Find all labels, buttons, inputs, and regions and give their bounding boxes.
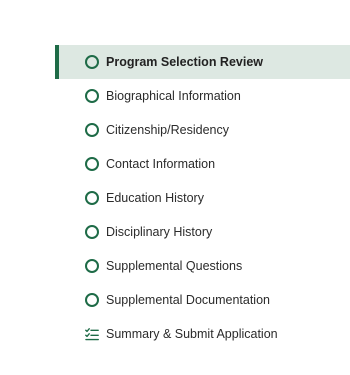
step-contact-information[interactable]: Contact Information [55, 147, 350, 181]
circle-outline-icon [85, 225, 99, 239]
step-label: Education History [106, 191, 204, 205]
circle-outline-icon [85, 259, 99, 273]
circle-outline-icon [85, 55, 99, 69]
step-label: Disciplinary History [106, 225, 213, 239]
step-label: Supplemental Documentation [106, 293, 270, 307]
checklist-icon [85, 327, 99, 341]
step-label: Biographical Information [106, 89, 241, 103]
circle-outline-icon [85, 89, 99, 103]
step-label: Contact Information [106, 157, 216, 171]
step-label: Summary & Submit Application [106, 327, 278, 341]
circle-outline-icon [85, 293, 99, 307]
step-label: Citizenship/Residency [106, 123, 229, 137]
application-steps-nav: Program Selection Review Biographical In… [55, 45, 350, 351]
step-citizenship-residency[interactable]: Citizenship/Residency [55, 113, 350, 147]
step-program-selection-review[interactable]: Program Selection Review [55, 45, 350, 79]
step-supplemental-documentation[interactable]: Supplemental Documentation [55, 283, 350, 317]
step-label: Supplemental Questions [106, 259, 243, 273]
step-biographical-information[interactable]: Biographical Information [55, 79, 350, 113]
circle-outline-icon [85, 157, 99, 171]
step-label: Program Selection Review [106, 55, 264, 69]
circle-outline-icon [85, 123, 99, 137]
step-education-history[interactable]: Education History [55, 181, 350, 215]
step-summary-submit-application[interactable]: Summary & Submit Application [55, 317, 350, 351]
circle-outline-icon [85, 191, 99, 205]
step-disciplinary-history[interactable]: Disciplinary History [55, 215, 350, 249]
step-supplemental-questions[interactable]: Supplemental Questions [55, 249, 350, 283]
